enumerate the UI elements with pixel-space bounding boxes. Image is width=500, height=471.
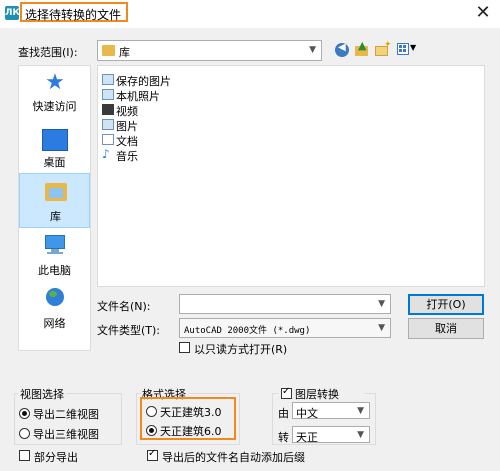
pictures-folder-icon bbox=[102, 89, 114, 100]
library-icon bbox=[43, 181, 69, 203]
radio-label: 天正建筑3.0 bbox=[160, 406, 222, 419]
place-libraries[interactable]: 库 bbox=[19, 173, 90, 228]
chevron-down-icon: ▼ bbox=[378, 299, 385, 309]
pictures-folder-icon bbox=[102, 119, 114, 130]
radio-label: 天正建筑6.0 bbox=[160, 425, 222, 438]
place-label: 桌面 bbox=[43, 156, 66, 169]
documents-folder-icon bbox=[102, 134, 114, 145]
filetype-value: AutoCAD 2000文件 (*.dwg) bbox=[184, 326, 311, 336]
radio-export-2d[interactable] bbox=[19, 408, 30, 419]
pictures-folder-icon bbox=[102, 74, 114, 85]
place-desktop[interactable]: 桌面 bbox=[19, 121, 90, 173]
filetype-label: 文件类型(T): bbox=[97, 324, 161, 337]
partial-export-label: 部分导出 bbox=[34, 451, 78, 464]
new-folder-icon[interactable]: ✦ bbox=[375, 40, 392, 57]
file-list[interactable]: 保存的图片 本机照片 视频 图片 文档 ♪ 音乐 bbox=[97, 65, 485, 287]
to-label: 转 bbox=[278, 431, 289, 444]
desktop-icon bbox=[42, 129, 68, 151]
place-network[interactable]: 网络 bbox=[19, 283, 90, 338]
video-folder-icon bbox=[102, 104, 114, 115]
readonly-label: 以只读方式打开(R) bbox=[194, 343, 288, 356]
radio-export-3d[interactable] bbox=[19, 428, 30, 439]
places-bar: ★ 快速访问 桌面 库 此电脑 网络 bbox=[18, 65, 91, 351]
readonly-checkbox[interactable] bbox=[179, 342, 190, 353]
radio-tarch-3[interactable] bbox=[146, 406, 157, 417]
radio-label: 导出三维视图 bbox=[33, 428, 99, 441]
close-icon[interactable]: ✕ bbox=[472, 3, 494, 23]
filetype-select[interactable]: AutoCAD 2000文件 (*.dwg) ▼ bbox=[179, 318, 391, 338]
chevron-down-icon: ▼ bbox=[378, 323, 385, 333]
lookin-combo[interactable]: 库 ▼ bbox=[97, 40, 322, 61]
library-folder-icon bbox=[102, 45, 115, 56]
chevron-down-icon: ▼ bbox=[357, 406, 364, 416]
computer-icon bbox=[42, 234, 68, 256]
place-label: 网络 bbox=[43, 317, 66, 330]
to-select[interactable]: 天正 ▼ bbox=[292, 426, 370, 444]
view-group-title: 视图选择 bbox=[18, 386, 66, 402]
window-title: 选择待转换的文件 bbox=[25, 8, 122, 22]
open-button[interactable]: 打开(O) bbox=[408, 294, 484, 315]
filename-input[interactable]: ▼ bbox=[179, 294, 391, 314]
layer-convert-checkbox[interactable] bbox=[281, 386, 292, 399]
from-select[interactable]: 中文 ▼ bbox=[292, 402, 370, 420]
place-this-pc[interactable]: 此电脑 bbox=[19, 228, 90, 283]
place-label: 快速访问 bbox=[32, 100, 77, 113]
place-label: 库 bbox=[50, 210, 61, 223]
filename-label: 文件名(N): bbox=[97, 300, 151, 313]
place-quick-access[interactable]: ★ 快速访问 bbox=[19, 66, 90, 121]
from-label: 由 bbox=[278, 407, 289, 420]
up-folder-icon[interactable]: ▲ bbox=[355, 39, 369, 58]
chevron-down-icon: ▼ bbox=[357, 430, 364, 440]
radio-tarch-6[interactable] bbox=[146, 425, 157, 436]
place-label: 此电脑 bbox=[38, 264, 71, 277]
cancel-button[interactable]: 取消 bbox=[408, 318, 484, 339]
view-menu-icon[interactable]: ▼ bbox=[397, 42, 419, 57]
lookin-value: 库 bbox=[119, 46, 130, 59]
music-folder-icon: ♪ bbox=[102, 147, 110, 161]
network-icon bbox=[42, 287, 68, 309]
auto-suffix-label: 导出后的文件名自动添加后缀 bbox=[162, 451, 305, 464]
partial-export-checkbox[interactable] bbox=[19, 450, 30, 461]
chevron-down-icon: ▼ bbox=[309, 45, 316, 55]
auto-suffix-checkbox[interactable] bbox=[147, 448, 158, 461]
star-icon: ★ bbox=[45, 70, 65, 95]
lookin-label: 查找范围(I): bbox=[18, 46, 78, 59]
back-icon[interactable]: ◀ bbox=[335, 42, 349, 57]
app-icon: ЛК bbox=[5, 6, 20, 20]
radio-label: 导出二维视图 bbox=[33, 408, 99, 421]
layer-group-title: 图层转换 bbox=[295, 388, 339, 401]
